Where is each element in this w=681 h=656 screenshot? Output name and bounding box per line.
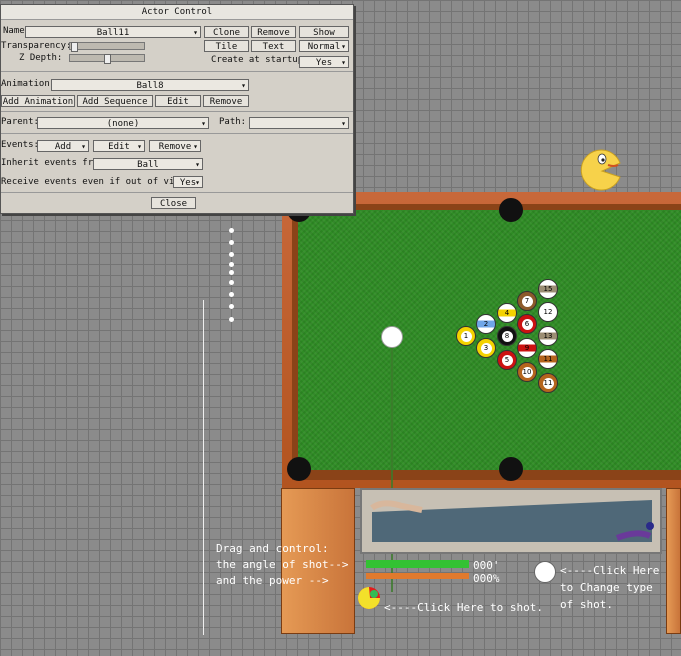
close-button[interactable]: Close xyxy=(151,197,196,209)
ball-number: 15 xyxy=(543,285,553,293)
receive-events-label: Receive events even if out of vision: xyxy=(1,177,202,187)
path-label: Path: xyxy=(219,117,247,127)
ball-number: 12 xyxy=(542,307,554,318)
change-instruction-3: of shot. xyxy=(560,598,613,611)
cue-ball[interactable] xyxy=(381,326,403,348)
drag-instruction-2: the angle of shot--> xyxy=(216,558,349,571)
path-dot xyxy=(229,280,234,285)
zdepth-slider[interactable] xyxy=(69,54,145,64)
dialog-title: Actor Control xyxy=(1,5,353,20)
path-select[interactable] xyxy=(249,117,349,130)
remove-animation-button[interactable]: Remove xyxy=(203,95,249,107)
events-add-select[interactable]: Add xyxy=(37,140,89,153)
ball-number: 6 xyxy=(521,319,533,330)
change-shot-type-button[interactable] xyxy=(534,561,556,583)
path-dot xyxy=(229,262,234,267)
pool-ball: 15 xyxy=(538,279,558,299)
drag-instruction-1: Drag and control: xyxy=(216,542,329,555)
power-bar[interactable] xyxy=(366,573,469,579)
shoot-button-icon[interactable] xyxy=(356,584,384,612)
blend-mode-select[interactable]: Normal xyxy=(299,40,349,53)
events-label: Events: xyxy=(1,140,39,150)
path-dot xyxy=(229,304,234,309)
pool-ball: 12 xyxy=(538,302,558,322)
create-at-startup-select[interactable]: Yes xyxy=(299,56,349,69)
animation-label: Animation: xyxy=(1,79,56,89)
transparency-label: Transparency: xyxy=(1,41,72,51)
text-button[interactable]: Text xyxy=(251,40,296,52)
change-instruction-1: <----Click Here xyxy=(560,564,660,577)
ball-number: 11 xyxy=(543,355,553,363)
clone-button[interactable]: Clone xyxy=(204,26,249,38)
name-select[interactable]: Ball11 xyxy=(25,26,201,39)
separator xyxy=(1,133,353,134)
pool-ball: 9 xyxy=(517,338,537,358)
ball-number: 7 xyxy=(521,296,533,307)
separator xyxy=(1,192,353,193)
pacman-character-icon xyxy=(580,149,621,191)
drag-instruction-3: and the power --> xyxy=(216,574,329,587)
pool-ball: 6 xyxy=(517,314,537,334)
animation-select[interactable]: Ball8 xyxy=(51,79,249,92)
guide-line xyxy=(203,300,204,635)
ball-number: 9 xyxy=(524,344,530,352)
path-dot xyxy=(229,228,234,233)
angle-bar[interactable] xyxy=(366,560,469,568)
ball-number: 4 xyxy=(504,309,510,317)
pool-ball: 11 xyxy=(538,373,558,393)
ball-number: 5 xyxy=(501,355,513,366)
inherit-events-select[interactable]: Ball xyxy=(93,158,203,171)
path-dot xyxy=(229,252,234,257)
ball-number: 2 xyxy=(483,320,489,328)
pocket-bottom-middle xyxy=(499,457,523,481)
shoot-instruction: <----Click Here to shot. xyxy=(384,601,543,614)
pool-ball: 2 xyxy=(476,314,496,334)
separator xyxy=(1,111,353,112)
add-sequence-button[interactable]: Add Sequence xyxy=(77,95,153,107)
pool-ball: 7 xyxy=(517,291,537,311)
actor-control-dialog: Actor Control Name: Ball11 Clone Remove … xyxy=(0,4,354,214)
change-instruction-2: to Change type xyxy=(560,581,653,594)
pocket-top-middle xyxy=(499,198,523,222)
pocket-bottom-left xyxy=(287,457,311,481)
pool-ball: 10 xyxy=(517,362,537,382)
pool-ball: 8 xyxy=(497,326,517,346)
pool-ball: 3 xyxy=(476,338,496,358)
ball-number: 10 xyxy=(521,367,533,378)
ball-number: 3 xyxy=(480,343,492,354)
right-wood-panel xyxy=(666,488,681,634)
tile-button[interactable]: Tile xyxy=(204,40,249,52)
add-animation-button[interactable]: Add Animation xyxy=(1,95,75,107)
transparency-slider[interactable] xyxy=(69,42,145,52)
ball-number: 11 xyxy=(542,378,554,389)
path-dot xyxy=(229,292,234,297)
path-dot xyxy=(229,317,234,322)
path-dot xyxy=(229,240,234,245)
separator xyxy=(1,71,353,72)
preview-image xyxy=(362,490,660,552)
zdepth-label: Z Depth: xyxy=(19,53,63,63)
ball-number: 13 xyxy=(543,332,553,340)
edit-animation-button[interactable]: Edit xyxy=(155,95,201,107)
show-button[interactable]: Show xyxy=(299,26,349,38)
remove-actor-button[interactable]: Remove xyxy=(251,26,296,38)
pool-ball: 13 xyxy=(538,326,558,346)
power-value: 000% xyxy=(473,572,500,585)
path-dot xyxy=(229,270,234,275)
pool-ball: 5 xyxy=(497,350,517,370)
ball-number: 1 xyxy=(460,331,472,342)
parent-select[interactable]: (none) xyxy=(37,117,209,130)
parent-label: Parent: xyxy=(1,117,39,127)
ball-number: 8 xyxy=(501,331,513,342)
pool-ball: 1 xyxy=(456,326,476,346)
create-at-startup-label: Create at startup: xyxy=(211,55,309,65)
pool-ball: 11 xyxy=(538,349,558,369)
pool-ball: 4 xyxy=(497,303,517,323)
events-edit-select[interactable]: Edit xyxy=(93,140,145,153)
receive-events-select[interactable]: Yes xyxy=(173,176,203,189)
shot-preview xyxy=(360,488,662,554)
events-remove-select[interactable]: Remove xyxy=(149,140,201,153)
